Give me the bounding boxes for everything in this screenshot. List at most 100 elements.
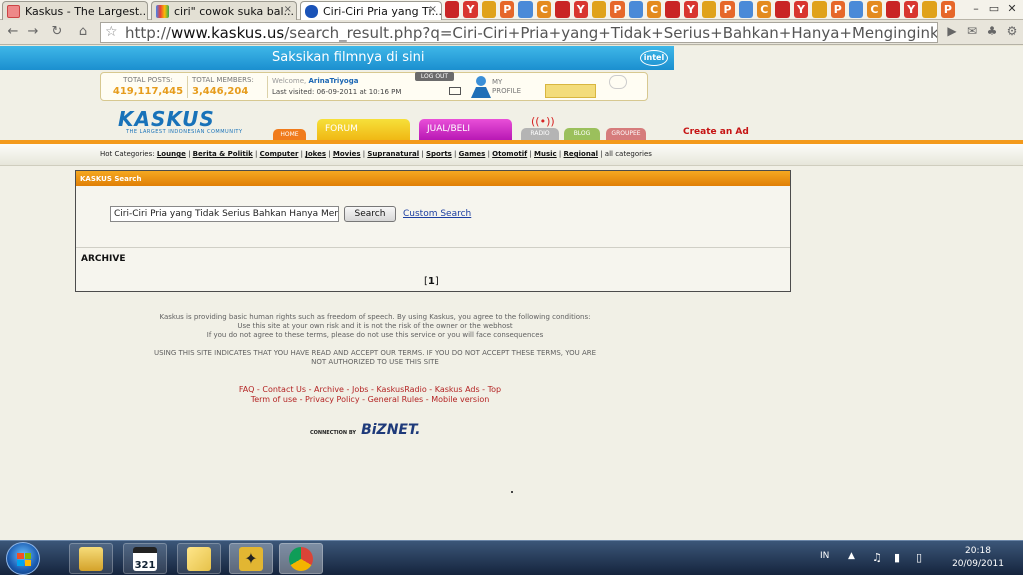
pinned-p-icon[interactable]: P	[720, 1, 735, 18]
close-tab-icon[interactable]: ×	[284, 4, 292, 15]
nav-tab-forum[interactable]: FORUM	[317, 119, 410, 140]
pinned-face-icon[interactable]	[628, 1, 643, 18]
search-button[interactable]: Search	[344, 206, 396, 222]
hot-category-link[interactable]: Computer	[260, 150, 299, 158]
volume-icon[interactable]: ♫	[872, 551, 882, 564]
battery-icon[interactable]: ▯	[916, 551, 922, 564]
hot-category-link[interactable]: Sports	[426, 150, 452, 158]
nav-tab-jual-beli[interactable]: JUAL/BELI	[419, 119, 512, 140]
logout-button[interactable]: LOG OUT	[415, 72, 454, 81]
my-profile-link[interactable]: MY PROFILE	[492, 78, 532, 96]
close-tab-icon[interactable]: ×	[429, 4, 437, 15]
nav-tab-radio[interactable]: RADIO	[521, 128, 559, 140]
pinned-red-guy-icon[interactable]	[885, 1, 900, 18]
hot-category-link[interactable]: Movies	[333, 150, 361, 158]
minimize-icon[interactable]: –	[967, 0, 985, 16]
custom-search-link[interactable]: Custom Search	[403, 209, 471, 219]
pinned-y-icon[interactable]: Y	[573, 1, 588, 18]
hot-category-link[interactable]: Supranatural	[367, 150, 419, 158]
wrench-icon[interactable]: ⚙	[1004, 23, 1020, 39]
taskbar-calendar[interactable]: 321	[123, 543, 167, 574]
pinned-y-icon[interactable]: Y	[793, 1, 809, 18]
footer-link[interactable]: Kaskus Ads	[435, 385, 480, 394]
pinned-c-icon[interactable]: C	[867, 1, 882, 18]
search-query-input[interactable]: Ciri-Ciri Pria yang Tidak Serius Bahkan …	[110, 206, 339, 222]
nav-tab-home[interactable]: HOME	[273, 129, 306, 140]
footer-link[interactable]: KaskusRadio	[376, 385, 426, 394]
pinned-trophy-icon[interactable]	[481, 1, 497, 18]
taskbar-chrome[interactable]	[279, 543, 323, 574]
pinned-c-icon[interactable]: C	[757, 1, 772, 18]
pinned-red-guy-icon[interactable]	[555, 1, 570, 18]
hot-category-link[interactable]: Otomotif	[492, 150, 527, 158]
taskbar-bird-app[interactable]: ✦	[229, 543, 273, 574]
pinned-trophy-icon[interactable]	[702, 1, 717, 18]
pinned-y-icon[interactable]: Y	[683, 1, 699, 18]
close-window-icon[interactable]: ✕	[1003, 0, 1021, 16]
quick-search-input[interactable]	[545, 84, 596, 98]
footer-link[interactable]: Term of use	[251, 395, 297, 404]
page-menu-icon[interactable]: ▶	[944, 23, 960, 39]
hot-category-link[interactable]: Lounge	[157, 150, 186, 158]
pinned-y-icon[interactable]: Y	[463, 1, 478, 18]
taskbar-explorer[interactable]	[69, 543, 113, 574]
footer-link[interactable]: Contact Us	[262, 385, 306, 394]
search-icon[interactable]	[609, 75, 627, 89]
page-number-current[interactable]: 1	[428, 276, 435, 287]
taskbar-sticky-notes[interactable]	[177, 543, 221, 574]
pinned-p-icon[interactable]: P	[610, 1, 625, 18]
footer-link[interactable]: General Rules	[368, 395, 424, 404]
show-hidden-icons-arrow[interactable]: ▲	[848, 551, 855, 561]
footer-link[interactable]: Mobile version	[431, 395, 489, 404]
profile-avatar-icon[interactable]	[468, 75, 494, 99]
footer-link[interactable]: FAQ	[239, 385, 255, 394]
pinned-c-icon[interactable]: C	[646, 1, 662, 18]
back-icon[interactable]: ←	[4, 23, 22, 41]
tab-kaskus-home[interactable]: Kaskus - The Largest...	[2, 1, 148, 20]
tab-search-result[interactable]: Ciri-Ciri Pria yang Ti... ×	[300, 1, 442, 20]
extension-icon[interactable]: ✉	[964, 23, 980, 39]
hot-category-link[interactable]: Jokes	[305, 150, 326, 158]
home-icon[interactable]: ⌂	[74, 23, 92, 41]
footer-link[interactable]: Top	[488, 385, 502, 394]
pinned-p-icon[interactable]: P	[500, 1, 515, 18]
hot-category-link[interactable]: Games	[459, 150, 486, 158]
pinned-trophy-icon[interactable]	[591, 1, 607, 18]
start-button[interactable]	[6, 542, 40, 575]
pinned-y-icon[interactable]: Y	[903, 1, 919, 18]
create-ad-link[interactable]: Create an Ad	[683, 127, 749, 137]
address-bar[interactable]: ☆ http://www.kaskus.us/search_result.php…	[100, 22, 938, 43]
bookmark-star-icon[interactable]: ☆	[105, 24, 118, 40]
all-categories-link[interactable]: all categories	[605, 150, 652, 158]
pinned-red-guy-icon[interactable]	[665, 1, 680, 18]
tab-google-search[interactable]: ciri" cowok suka bal... ×	[151, 1, 297, 20]
pinned-face-icon[interactable]	[518, 1, 533, 18]
nav-tab-groupee[interactable]: GROUPEE	[606, 128, 646, 140]
hot-category-link[interactable]: Regional	[564, 150, 598, 158]
maximize-icon[interactable]: ▭	[985, 0, 1003, 16]
hot-category-link[interactable]: Berita & Politik	[193, 150, 253, 158]
footer-link[interactable]: Jobs	[352, 385, 369, 394]
network-icon[interactable]: ▮	[894, 551, 900, 564]
clock[interactable]: 20:18 20/09/2011	[944, 545, 1012, 571]
pinned-p-icon[interactable]: P	[830, 1, 845, 18]
pinned-face-icon[interactable]	[848, 1, 864, 18]
pinned-face-icon[interactable]	[738, 1, 754, 18]
extension-icon[interactable]: ♣	[984, 23, 1000, 39]
language-indicator[interactable]: IN	[820, 551, 829, 561]
pinned-p-icon[interactable]: P	[940, 1, 955, 18]
hot-category-link[interactable]: Music	[534, 150, 557, 158]
pinned-trophy-icon[interactable]	[812, 1, 827, 18]
pinned-red-guy-icon[interactable]	[445, 1, 460, 18]
pinned-trophy-icon[interactable]	[922, 1, 937, 18]
kaskus-logo[interactable]: KASKUS THE LARGEST INDONESIAN COMMUNITY	[118, 109, 244, 137]
footer-link[interactable]: Privacy Policy	[305, 395, 360, 404]
pinned-c-icon[interactable]: C	[536, 1, 552, 18]
ad-banner[interactable]: Saksikan filmnya di sini intel	[0, 46, 674, 70]
nav-tab-blog[interactable]: BLOG	[564, 128, 600, 140]
reload-icon[interactable]: ↻	[48, 23, 66, 41]
mail-icon[interactable]	[449, 87, 461, 95]
footer-link[interactable]: Archive	[314, 385, 344, 394]
pinned-red-guy-icon[interactable]	[775, 1, 790, 18]
username-link[interactable]: ArinaTriyoga	[308, 77, 358, 85]
